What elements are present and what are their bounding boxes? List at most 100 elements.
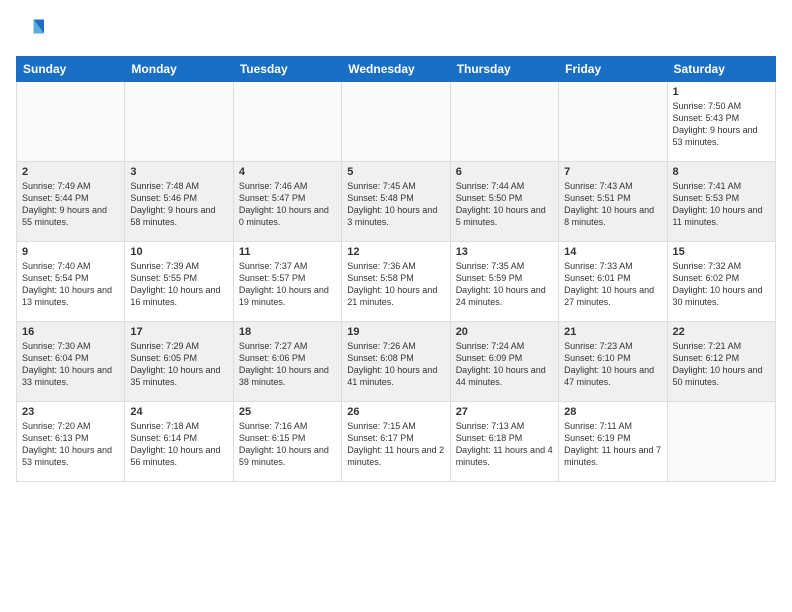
day-number: 14 [564,246,661,258]
day-number: 20 [456,326,553,338]
day-number: 1 [673,86,770,98]
day-number: 8 [673,166,770,178]
day-number: 3 [130,166,227,178]
weekday-header-friday: Friday [559,57,667,82]
calendar-cell: 11 Sunrise: 7:37 AM Sunset: 5:57 PM Dayli… [233,242,341,322]
calendar-cell: 25 Sunrise: 7:16 AM Sunset: 6:15 PM Dayli… [233,402,341,482]
day-info: Sunrise: 7:24 AM Sunset: 6:09 PM Dayligh… [456,340,553,389]
calendar-cell: 12 Sunrise: 7:36 AM Sunset: 5:58 PM Dayli… [342,242,450,322]
page-header [16,16,776,44]
weekday-header-wednesday: Wednesday [342,57,450,82]
weekday-header-row: SundayMondayTuesdayWednesdayThursdayFrid… [17,57,776,82]
day-number: 9 [22,246,119,258]
day-info: Sunrise: 7:11 AM Sunset: 6:19 PM Dayligh… [564,420,661,469]
calendar-cell: 9 Sunrise: 7:40 AM Sunset: 5:54 PM Daylig… [17,242,125,322]
calendar-cell: 1Sunrise: 7:50 AM Sunset: 5:43 PM Daylig… [667,82,775,162]
day-info: Sunrise: 7:35 AM Sunset: 5:59 PM Dayligh… [456,260,553,309]
logo-icon [16,16,44,44]
day-info: Sunrise: 7:26 AM Sunset: 6:08 PM Dayligh… [347,340,444,389]
calendar-week-row: 16 Sunrise: 7:30 AM Sunset: 6:04 PM Dayli… [17,322,776,402]
day-number: 4 [239,166,336,178]
day-info: Sunrise: 7:33 AM Sunset: 6:01 PM Dayligh… [564,260,661,309]
day-number: 27 [456,406,553,418]
day-info: Sunrise: 7:30 AM Sunset: 6:04 PM Dayligh… [22,340,119,389]
day-info: Sunrise: 7:32 AM Sunset: 6:02 PM Dayligh… [673,260,770,309]
logo [16,16,48,44]
calendar-cell: 18 Sunrise: 7:27 AM Sunset: 6:06 PM Dayli… [233,322,341,402]
day-info: Sunrise: 7:39 AM Sunset: 5:55 PM Dayligh… [130,260,227,309]
day-number: 5 [347,166,444,178]
calendar-cell: 24 Sunrise: 7:18 AM Sunset: 6:14 PM Dayli… [125,402,233,482]
calendar-cell: 10Sunrise: 7:39 AM Sunset: 5:55 PM Dayli… [125,242,233,322]
calendar-cell: 3 Sunrise: 7:48 AM Sunset: 5:46 PM Daylig… [125,162,233,242]
calendar-cell: 2 Sunrise: 7:49 AM Sunset: 5:44 PM Daylig… [17,162,125,242]
calendar-cell: 21 Sunrise: 7:23 AM Sunset: 6:10 PM Dayli… [559,322,667,402]
day-info: Sunrise: 7:21 AM Sunset: 6:12 PM Dayligh… [673,340,770,389]
day-number: 11 [239,246,336,258]
weekday-header-tuesday: Tuesday [233,57,341,82]
weekday-header-sunday: Sunday [17,57,125,82]
weekday-header-saturday: Saturday [667,57,775,82]
day-number: 2 [22,166,119,178]
day-number: 18 [239,326,336,338]
calendar-cell: 26 Sunrise: 7:15 AM Sunset: 6:17 PM Dayli… [342,402,450,482]
calendar-cell: 7 Sunrise: 7:43 AM Sunset: 5:51 PM Daylig… [559,162,667,242]
day-number: 24 [130,406,227,418]
day-number: 15 [673,246,770,258]
calendar-cell [667,402,775,482]
day-number: 17 [130,326,227,338]
day-info: Sunrise: 7:49 AM Sunset: 5:44 PM Dayligh… [22,180,119,229]
day-info: Sunrise: 7:37 AM Sunset: 5:57 PM Dayligh… [239,260,336,309]
calendar-cell: 15 Sunrise: 7:32 AM Sunset: 6:02 PM Dayli… [667,242,775,322]
day-number: 28 [564,406,661,418]
day-info: Sunrise: 7:16 AM Sunset: 6:15 PM Dayligh… [239,420,336,469]
day-info: Sunrise: 7:43 AM Sunset: 5:51 PM Dayligh… [564,180,661,229]
calendar-cell [450,82,558,162]
day-number: 19 [347,326,444,338]
calendar-cell: 17 Sunrise: 7:29 AM Sunset: 6:05 PM Dayli… [125,322,233,402]
day-info: Sunrise: 7:29 AM Sunset: 6:05 PM Dayligh… [130,340,227,389]
day-info: Sunrise: 7:23 AM Sunset: 6:10 PM Dayligh… [564,340,661,389]
day-info: Sunrise: 7:27 AM Sunset: 6:06 PM Dayligh… [239,340,336,389]
calendar-cell: 27 Sunrise: 7:13 AM Sunset: 6:18 PM Dayli… [450,402,558,482]
calendar-cell [559,82,667,162]
day-number: 21 [564,326,661,338]
calendar-cell [17,82,125,162]
day-info: Sunrise: 7:15 AM Sunset: 6:17 PM Dayligh… [347,420,444,469]
calendar-cell: 14 Sunrise: 7:33 AM Sunset: 6:01 PM Dayli… [559,242,667,322]
calendar-table: SundayMondayTuesdayWednesdayThursdayFrid… [16,56,776,482]
calendar-cell [233,82,341,162]
calendar-week-row: 23Sunrise: 7:20 AM Sunset: 6:13 PM Dayli… [17,402,776,482]
day-number: 12 [347,246,444,258]
day-number: 13 [456,246,553,258]
calendar-cell: 28 Sunrise: 7:11 AM Sunset: 6:19 PM Dayli… [559,402,667,482]
weekday-header-monday: Monday [125,57,233,82]
calendar-cell: 22Sunrise: 7:21 AM Sunset: 6:12 PM Dayli… [667,322,775,402]
day-number: 7 [564,166,661,178]
calendar-cell: 8Sunrise: 7:41 AM Sunset: 5:53 PM Daylig… [667,162,775,242]
day-number: 16 [22,326,119,338]
day-info: Sunrise: 7:18 AM Sunset: 6:14 PM Dayligh… [130,420,227,469]
calendar-cell: 19 Sunrise: 7:26 AM Sunset: 6:08 PM Dayli… [342,322,450,402]
calendar-cell: 5 Sunrise: 7:45 AM Sunset: 5:48 PM Daylig… [342,162,450,242]
calendar-week-row: 9 Sunrise: 7:40 AM Sunset: 5:54 PM Daylig… [17,242,776,322]
calendar-cell: 4Sunrise: 7:46 AM Sunset: 5:47 PM Daylig… [233,162,341,242]
day-number: 26 [347,406,444,418]
calendar-cell [125,82,233,162]
calendar-week-row: 2 Sunrise: 7:49 AM Sunset: 5:44 PM Daylig… [17,162,776,242]
calendar-cell [342,82,450,162]
day-info: Sunrise: 7:48 AM Sunset: 5:46 PM Dayligh… [130,180,227,229]
day-info: Sunrise: 7:13 AM Sunset: 6:18 PM Dayligh… [456,420,553,469]
day-info: Sunrise: 7:40 AM Sunset: 5:54 PM Dayligh… [22,260,119,309]
day-info: Sunrise: 7:36 AM Sunset: 5:58 PM Dayligh… [347,260,444,309]
day-info: Sunrise: 7:20 AM Sunset: 6:13 PM Dayligh… [22,420,119,469]
weekday-header-thursday: Thursday [450,57,558,82]
calendar-week-row: 1Sunrise: 7:50 AM Sunset: 5:43 PM Daylig… [17,82,776,162]
calendar-cell: 23Sunrise: 7:20 AM Sunset: 6:13 PM Dayli… [17,402,125,482]
calendar-cell: 16 Sunrise: 7:30 AM Sunset: 6:04 PM Dayli… [17,322,125,402]
day-number: 6 [456,166,553,178]
day-info: Sunrise: 7:44 AM Sunset: 5:50 PM Dayligh… [456,180,553,229]
day-number: 25 [239,406,336,418]
day-info: Sunrise: 7:45 AM Sunset: 5:48 PM Dayligh… [347,180,444,229]
calendar-cell: 20 Sunrise: 7:24 AM Sunset: 6:09 PM Dayli… [450,322,558,402]
